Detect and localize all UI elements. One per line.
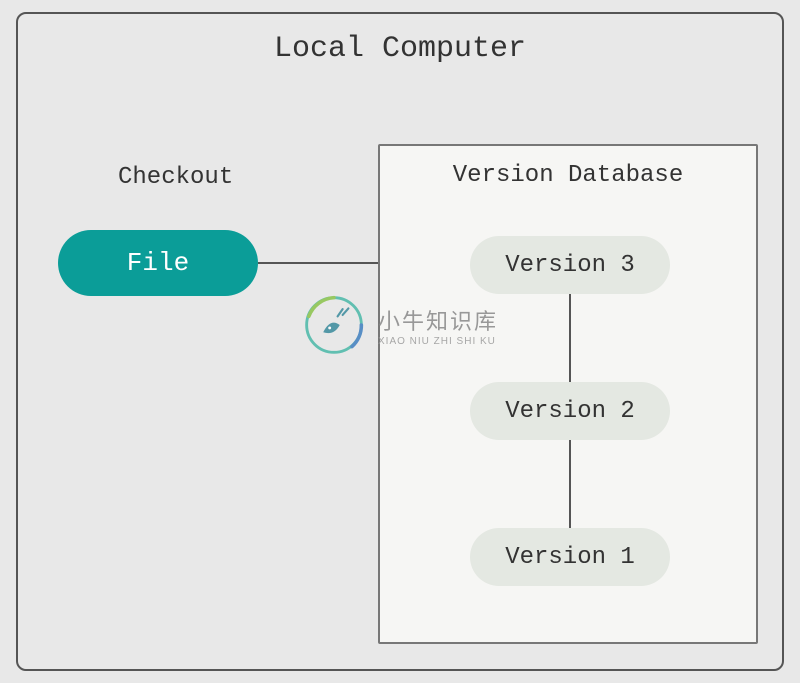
version-database-box: Version Database Version 3 Version 2 Ver… (378, 144, 758, 644)
local-computer-frame: Local Computer Checkout File Version Dat… (16, 12, 784, 671)
version-node-2: Version 2 (470, 382, 670, 440)
watermark-text: 小牛知识库 XIAO NIU ZHI SHI KU (378, 304, 498, 347)
watermark: 小牛知识库 XIAO NIU ZHI SHI KU (298, 289, 498, 361)
connector-v2-v1 (569, 440, 571, 528)
connector-v3-v2 (569, 294, 571, 382)
watermark-text-pinyin: XIAO NIU ZHI SHI KU (378, 336, 498, 347)
file-node: File (58, 230, 258, 296)
version-node-3: Version 3 (470, 236, 670, 294)
version-node-1: Version 1 (470, 528, 670, 586)
watermark-text-cn: 小牛知识库 (378, 304, 498, 336)
file-node-label: File (127, 248, 189, 278)
version-database-title: Version Database (380, 162, 756, 189)
version-node-label: Version 1 (505, 544, 635, 571)
version-node-label: Version 3 (505, 252, 635, 279)
diagram-title: Local Computer (18, 32, 782, 66)
watermark-logo-icon (298, 289, 370, 361)
version-node-label: Version 2 (505, 398, 635, 425)
checkout-label: Checkout (118, 164, 233, 191)
